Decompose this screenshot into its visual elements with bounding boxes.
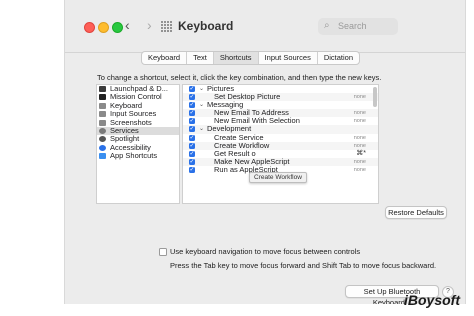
shortcut-value[interactable]: none (354, 93, 366, 101)
scrollbar[interactable] (373, 87, 377, 107)
checkbox-checked[interactable]: ✓ (189, 142, 195, 149)
shortcut-row[interactable]: ✓ Create Service none (183, 133, 378, 142)
tab-dictation[interactable]: Dictation (318, 52, 359, 64)
category-app-shortcuts[interactable]: App Shortcuts (97, 152, 179, 160)
instruction-text: To change a shortcut, select it, click t… (97, 73, 382, 82)
chevron-down-icon[interactable]: ⌄ (199, 125, 204, 133)
category-spotlight[interactable]: Spotlight (97, 135, 179, 143)
screenshots-icon (99, 119, 106, 126)
checkbox-checked[interactable]: ✓ (189, 94, 195, 101)
checkbox-checked[interactable]: ✓ (189, 126, 195, 133)
category-launchpad[interactable]: Launchpad & D... (97, 85, 179, 93)
iboysoft-watermark-logo: iBoysoft (404, 292, 460, 308)
gear-icon (99, 127, 106, 134)
category-keyboard[interactable]: Keyboard (97, 102, 179, 110)
close-window-button[interactable] (84, 22, 95, 33)
title-bar: ‹ › Keyboard ⌕ Search (65, 0, 465, 53)
shortcut-value[interactable]: none (354, 109, 366, 117)
minimize-window-button[interactable] (98, 22, 109, 33)
checkbox-checked[interactable]: ✓ (189, 134, 195, 141)
keyboard-icon (99, 102, 106, 109)
search-icon: ⌕ (324, 20, 330, 31)
checkbox-checked[interactable]: ✓ (189, 110, 195, 117)
shortcut-value[interactable]: ⌘* (356, 150, 366, 158)
category-screenshots[interactable]: Screenshots (97, 119, 179, 127)
shortcut-list: ✓ ⌄ Pictures ✓ Set Desktop Picture none … (182, 84, 379, 204)
shortcut-row[interactable]: ✓ Create Workflow none (183, 141, 378, 150)
shortcut-value[interactable]: none (354, 142, 366, 150)
shortcut-value[interactable]: none (354, 134, 366, 142)
group-row-pictures[interactable]: ✓ ⌄ Pictures (183, 85, 378, 93)
shortcut-value[interactable]: none (354, 158, 366, 166)
tab-shortcuts[interactable]: Shortcuts (213, 52, 259, 64)
keyboard-navigation-label: Use keyboard navigation to move focus be… (170, 247, 361, 256)
window-title: Keyboard (178, 19, 234, 33)
category-accessibility[interactable]: Accessibility (97, 144, 179, 152)
shortcut-value[interactable]: none (354, 166, 366, 174)
back-arrow-icon[interactable]: ‹ (125, 17, 130, 33)
show-all-grid-icon[interactable] (161, 21, 172, 32)
spotlight-icon (99, 136, 106, 143)
checkbox-checked[interactable]: ✓ (189, 86, 195, 92)
shortcut-category-list: Launchpad & D... Mission Control Keyboar… (96, 84, 180, 204)
app-shortcuts-icon (99, 153, 106, 160)
mission-control-icon (99, 94, 106, 101)
keyboard-navigation-checkbox[interactable] (159, 248, 167, 256)
keyboard-navigation-note: Press the Tab key to move focus forward … (170, 261, 437, 270)
search-field[interactable]: ⌕ Search (318, 18, 398, 35)
tooltip: Create Workflow (249, 172, 307, 183)
zoom-window-button[interactable] (112, 22, 123, 33)
launchpad-icon (99, 86, 106, 92)
checkbox-checked[interactable]: ✓ (189, 102, 195, 109)
keyboard-preferences-window: ‹ › Keyboard ⌕ Search Keyboard Text Shor… (64, 0, 466, 304)
category-input-sources[interactable]: Input Sources (97, 110, 179, 118)
tab-input-sources[interactable]: Input Sources (259, 52, 318, 64)
checkbox-checked[interactable]: ✓ (189, 166, 195, 173)
shortcut-row[interactable]: ✓ Make New AppleScript none (183, 157, 378, 166)
category-services[interactable]: Services (97, 126, 179, 136)
restore-defaults-button[interactable]: Restore Defaults (385, 206, 447, 219)
category-mission-control[interactable]: Mission Control (97, 93, 179, 101)
accessibility-icon (99, 144, 106, 151)
checkbox-checked[interactable]: ✓ (189, 150, 195, 157)
tab-keyboard[interactable]: Keyboard (142, 52, 188, 64)
chevron-down-icon[interactable]: ⌄ (199, 101, 204, 109)
checkbox-checked[interactable]: ✓ (189, 158, 195, 165)
group-row-development[interactable]: ✓ ⌄ Development (183, 125, 378, 134)
forward-arrow-icon[interactable]: › (147, 17, 152, 33)
preference-tabs: Keyboard Text Shortcuts Input Sources Di… (141, 51, 361, 65)
checkbox-checked[interactable]: ✓ (189, 118, 195, 125)
input-sources-icon (99, 111, 106, 118)
search-placeholder: Search (338, 21, 367, 31)
chevron-down-icon[interactable]: ⌄ (199, 85, 204, 93)
shortcut-value[interactable]: none (354, 117, 366, 125)
tab-text[interactable]: Text (187, 52, 214, 64)
